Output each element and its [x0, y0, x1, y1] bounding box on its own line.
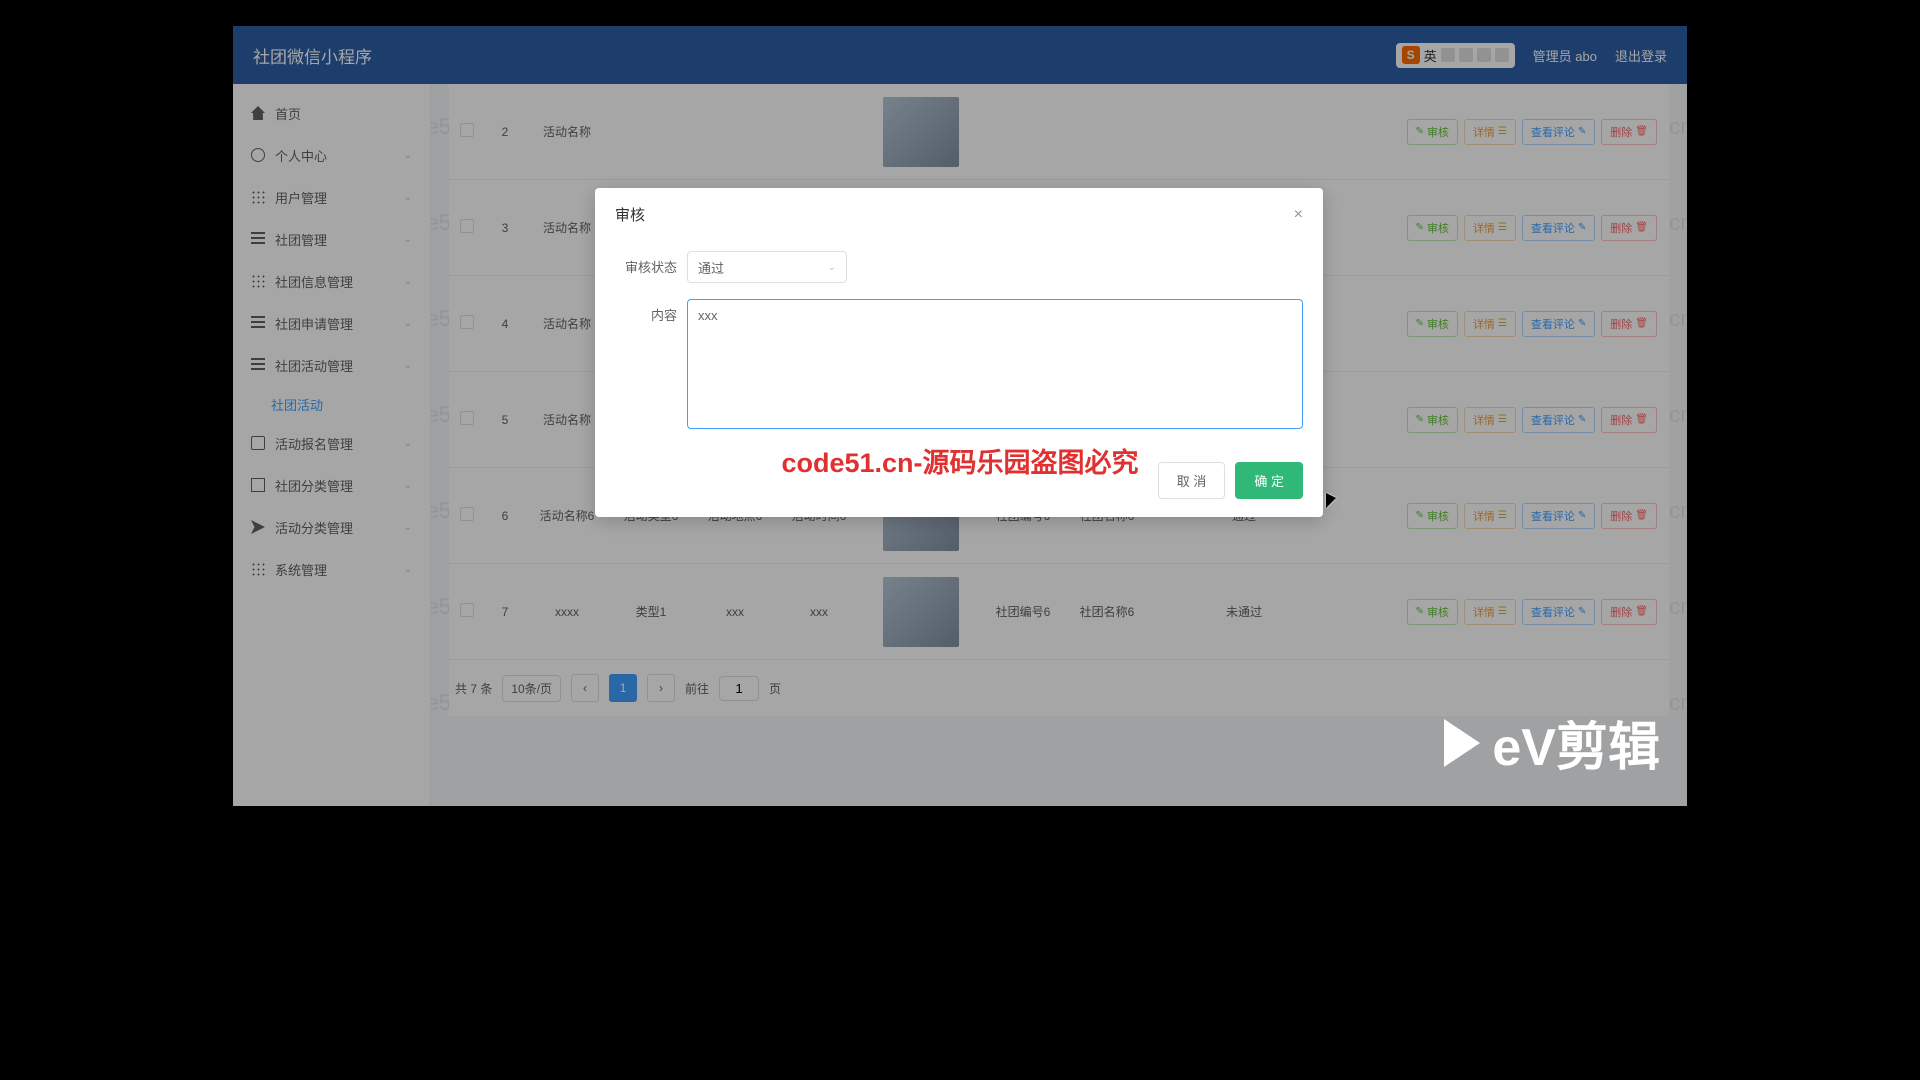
play-icon: [1444, 719, 1480, 767]
cancel-button[interactable]: 取 消: [1158, 462, 1226, 499]
confirm-button[interactable]: 确 定: [1235, 462, 1303, 499]
ev-logo: eV剪辑: [1444, 705, 1660, 780]
status-select[interactable]: 通过 ⌄: [687, 251, 847, 283]
content-textarea[interactable]: [687, 299, 1303, 429]
dialog-mask[interactable]: 审核 × 审核状态 通过 ⌄ 内容 取 消 确 定: [233, 26, 1687, 806]
anti-theft-watermark: code51.cn-源码乐园盗图必究: [781, 441, 1138, 480]
close-icon[interactable]: ×: [1294, 206, 1303, 224]
status-label: 审核状态: [615, 251, 677, 276]
ev-text: eV剪辑: [1492, 705, 1660, 780]
mouse-cursor: [1326, 493, 1338, 511]
chevron-down-icon: ⌄: [828, 262, 836, 273]
status-value: 通过: [698, 258, 724, 277]
content-label: 内容: [615, 299, 677, 324]
dialog-title: 审核: [615, 204, 645, 225]
